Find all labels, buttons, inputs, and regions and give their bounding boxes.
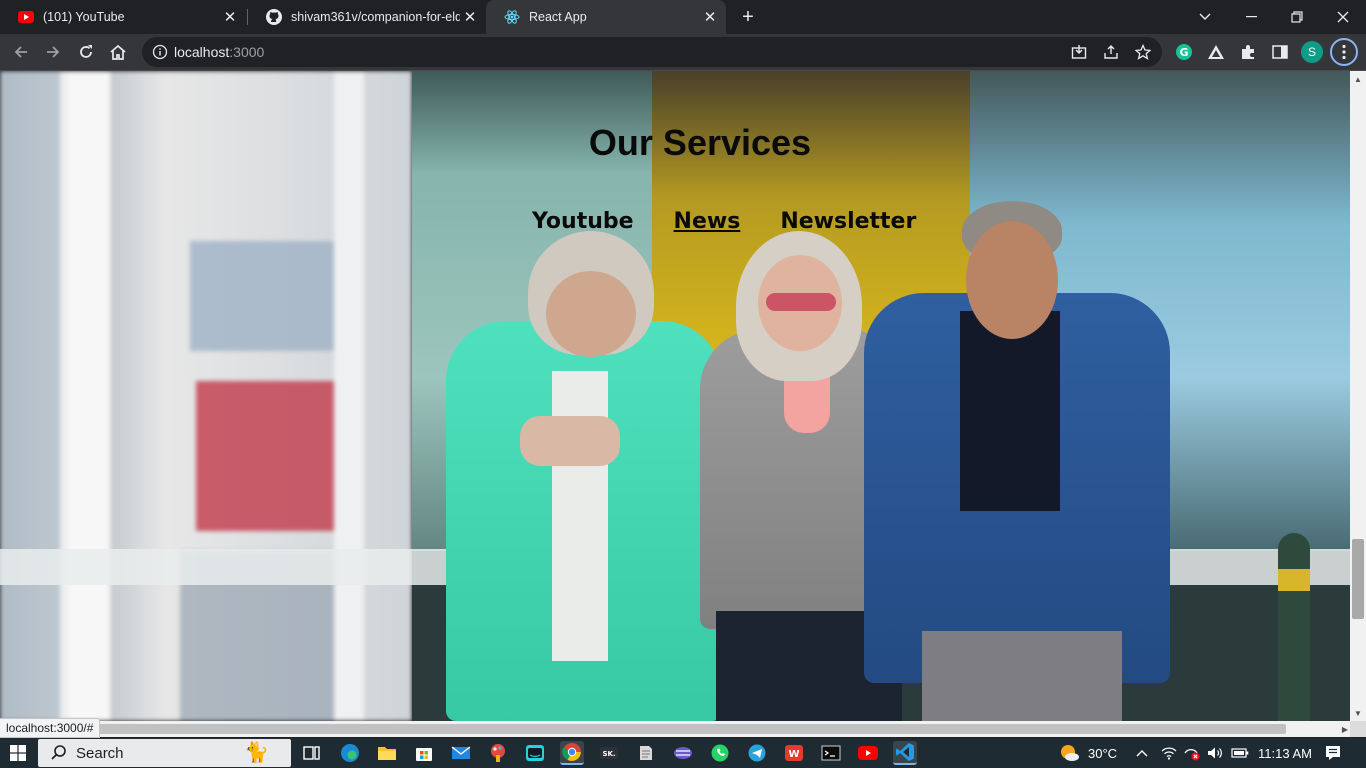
new-tab-button[interactable]: + [736,5,760,29]
restore-icon[interactable] [1274,0,1320,34]
taskbar-clock[interactable]: 11:13 AM [1258,738,1312,768]
home-icon[interactable] [104,38,132,66]
services-nav: Youtube News Newsletter [532,209,916,234]
address-bar[interactable]: localhost:3000 [142,37,1162,67]
page-content: Our Services Youtube News Newsletter [0,71,1350,721]
scroll-right-arrow-icon[interactable]: ▶ [1342,721,1348,737]
tab-youtube[interactable]: (101) YouTube ✕ [0,0,246,34]
reload-icon[interactable] [72,38,100,66]
scroll-down-arrow-icon[interactable]: ▼ [1350,705,1366,721]
horizontal-scrollbar[interactable]: ▶ [0,721,1350,737]
tab-strip: (101) YouTube ✕ shivam361v/companion-for… [0,0,1366,34]
nav-link-youtube[interactable]: Youtube [532,209,634,234]
telegram-icon[interactable] [745,741,769,765]
close-window-icon[interactable] [1320,0,1366,34]
nav-link-newsletter[interactable]: Newsletter [780,209,916,234]
url-host: localhost [174,44,230,60]
wps-office-icon[interactable]: W [782,741,806,765]
youtube-icon [18,9,34,25]
search-label: Search [76,745,124,762]
tab-github[interactable]: shivam361v/companion-for-elde ✕ [248,0,486,34]
extensions-puzzle-icon[interactable] [1234,38,1262,66]
file-explorer-icon[interactable] [375,741,399,765]
microsoft-store-icon[interactable] [412,741,436,765]
site-info-icon[interactable] [152,44,168,60]
grammarly-icon[interactable]: G [1170,38,1198,66]
notes-app-icon[interactable] [634,741,658,765]
task-view-icon[interactable] [300,741,324,765]
tab-react-app[interactable]: React App ✕ [486,0,726,34]
weather-temperature: 30°C [1088,745,1118,761]
close-tab-icon[interactable]: ✕ [460,7,480,27]
close-tab-icon[interactable]: ✕ [220,7,240,27]
close-tab-icon[interactable]: ✕ [700,7,720,27]
notification-center-icon[interactable] [1325,738,1341,768]
network-error-icon[interactable] [1183,738,1201,768]
tab-title: React App [529,10,587,24]
volume-icon[interactable] [1207,738,1223,768]
weather-widget[interactable]: 30°C [1058,738,1117,768]
show-hidden-icons-icon[interactable] [1136,738,1148,768]
forward-icon[interactable] [39,38,67,66]
amazon-music-icon[interactable] [523,741,547,765]
react-icon [504,9,520,25]
extension-triangle-icon[interactable] [1202,38,1230,66]
vertical-scroll-thumb[interactable] [1352,539,1364,619]
link-status-bubble: localhost:3000/# [0,718,101,738]
blurred-street-background [0,71,412,721]
weather-sun-cloud-icon [1061,745,1079,761]
profile-avatar[interactable]: S [1298,38,1326,66]
windows-taskbar: Search 🐈 SK. W 30°C 11:13 AM [0,738,1366,768]
share-icon[interactable] [1099,40,1123,64]
url-port: :3000 [229,44,265,60]
install-app-icon[interactable] [1067,40,1091,64]
wifi-icon[interactable] [1161,738,1177,768]
taskbar-search-box[interactable]: Search 🐈 [38,739,291,767]
chrome-icon[interactable] [560,741,584,765]
whatsapp-icon[interactable] [708,741,732,765]
url-text: localhost:3000 [174,44,264,60]
terminal-icon[interactable] [819,741,843,765]
github-icon [266,9,282,25]
minimize-icon[interactable] [1228,0,1274,34]
horizontal-scroll-thumb[interactable] [96,724,1286,734]
profile-initial: S [1301,41,1323,63]
edge-browser-icon[interactable] [338,741,362,765]
mail-icon[interactable] [449,741,473,765]
page-title: Our Services [588,122,812,163]
windows-start-icon[interactable] [10,745,26,761]
tab-title: (101) YouTube [43,10,125,24]
hero-background-photo [0,71,1350,721]
clock-time: 11:13 AM [1258,745,1312,761]
vertical-scrollbar[interactable]: ▲ ▼ [1350,71,1366,721]
back-icon[interactable] [7,38,35,66]
vscode-icon[interactable] [893,741,917,765]
search-icon [50,744,68,762]
svg-text:SK.: SK. [602,750,615,758]
bookmark-star-icon[interactable] [1131,40,1155,64]
stack-app-icon[interactable] [671,741,695,765]
side-panel-icon[interactable] [1266,38,1294,66]
nav-link-news[interactable]: News [674,209,741,234]
sketch-app-icon[interactable]: SK. [597,741,621,765]
battery-icon[interactable] [1231,738,1249,768]
browser-menu-icon[interactable] [1330,38,1358,66]
search-highlight-cat-icon: 🐈 [244,742,269,764]
scroll-up-arrow-icon[interactable]: ▲ [1350,71,1366,87]
paint-app-icon[interactable] [486,741,510,765]
svg-text:G: G [1179,46,1188,59]
tab-search-icon[interactable] [1182,0,1228,34]
browser-toolbar: localhost:3000 G S [0,34,1366,71]
youtube-app-icon[interactable] [856,741,880,765]
street-bollard [1278,533,1310,721]
tab-title: shivam361v/companion-for-elde [291,10,460,24]
svg-text:W: W [788,749,799,760]
